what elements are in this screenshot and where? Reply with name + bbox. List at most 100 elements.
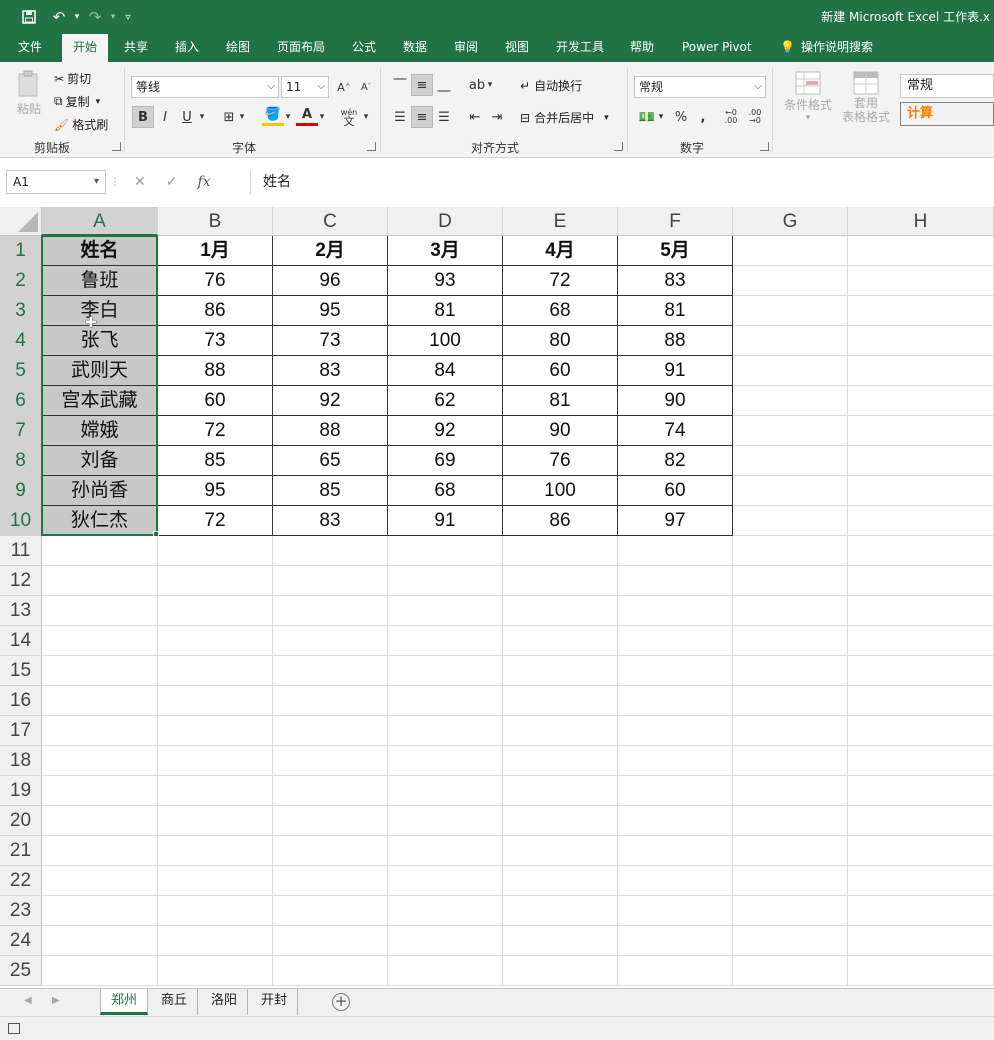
cell-b7[interactable]: 72 bbox=[158, 416, 273, 446]
cell-e8[interactable]: 76 bbox=[503, 446, 618, 476]
cell-h15[interactable] bbox=[848, 656, 994, 686]
cell-e17[interactable] bbox=[503, 716, 618, 746]
cell-b3[interactable]: 86 bbox=[158, 296, 273, 326]
cell-b19[interactable] bbox=[158, 776, 273, 806]
sheet-tab-luoyang[interactable]: 洛阳 bbox=[201, 989, 249, 1015]
align-right-icon[interactable]: ☰ bbox=[433, 106, 455, 128]
cell-b15[interactable] bbox=[158, 656, 273, 686]
cell-b4[interactable]: 73 bbox=[158, 326, 273, 356]
cell-g7[interactable] bbox=[733, 416, 848, 446]
increase-decimal-button[interactable]: ←0 .00 bbox=[720, 106, 742, 128]
tab-data[interactable]: 数据 bbox=[399, 34, 431, 62]
number-format-select[interactable]: 常规 ⌵ bbox=[634, 76, 766, 98]
grow-font-icon[interactable]: A ^ bbox=[333, 76, 355, 98]
tell-me-search[interactable]: 💡 操作说明搜索 bbox=[776, 34, 877, 62]
cell-f1[interactable]: 5月 bbox=[618, 236, 733, 266]
row-header-17[interactable]: 17 bbox=[0, 716, 42, 746]
cell-e9[interactable]: 100 bbox=[503, 476, 618, 506]
align-left-icon[interactable]: ☰ bbox=[389, 106, 411, 128]
cell-c9[interactable]: 85 bbox=[273, 476, 388, 506]
sheet-prev-icon[interactable]: ◀ bbox=[24, 995, 32, 1006]
cell-a23[interactable] bbox=[42, 896, 158, 926]
wrap-text-button[interactable]: ↵ 自动换行 bbox=[520, 77, 582, 94]
cell-f23[interactable] bbox=[618, 896, 733, 926]
cell-d24[interactable] bbox=[388, 926, 503, 956]
column-header-a[interactable]: A bbox=[42, 207, 158, 236]
cell-g4[interactable] bbox=[733, 326, 848, 356]
cell-f17[interactable] bbox=[618, 716, 733, 746]
phonetic-dropdown-icon[interactable]: ▾ bbox=[360, 106, 372, 128]
cell-e19[interactable] bbox=[503, 776, 618, 806]
row-header-20[interactable]: 20 bbox=[0, 806, 42, 836]
cell-f21[interactable] bbox=[618, 836, 733, 866]
cell-d17[interactable] bbox=[388, 716, 503, 746]
row-header-13[interactable]: 13 bbox=[0, 596, 42, 626]
row-header-5[interactable]: 5 bbox=[0, 356, 42, 386]
cell-c13[interactable] bbox=[273, 596, 388, 626]
cell-h19[interactable] bbox=[848, 776, 994, 806]
format-as-table-button[interactable]: 套用 表格格式 bbox=[836, 70, 896, 124]
cell-a22[interactable] bbox=[42, 866, 158, 896]
phonetic-icon[interactable]: wén 文 bbox=[338, 106, 360, 128]
cell-b23[interactable] bbox=[158, 896, 273, 926]
cell-f24[interactable] bbox=[618, 926, 733, 956]
italic-button[interactable]: I bbox=[154, 106, 176, 128]
cell-h14[interactable] bbox=[848, 626, 994, 656]
save-icon[interactable] bbox=[18, 6, 40, 28]
cell-f7[interactable]: 74 bbox=[618, 416, 733, 446]
cell-d23[interactable] bbox=[388, 896, 503, 926]
cell-f3[interactable]: 81 bbox=[618, 296, 733, 326]
cell-b6[interactable]: 60 bbox=[158, 386, 273, 416]
cell-f11[interactable] bbox=[618, 536, 733, 566]
fill-color-icon[interactable]: 🪣 bbox=[262, 106, 284, 126]
cell-e15[interactable] bbox=[503, 656, 618, 686]
cell-h11[interactable] bbox=[848, 536, 994, 566]
cell-c17[interactable] bbox=[273, 716, 388, 746]
cell-c15[interactable] bbox=[273, 656, 388, 686]
row-header-3[interactable]: 3 bbox=[0, 296, 42, 326]
cell-c4[interactable]: 73 bbox=[273, 326, 388, 356]
cell-d6[interactable]: 62 bbox=[388, 386, 503, 416]
cell-h18[interactable] bbox=[848, 746, 994, 776]
cell-c12[interactable] bbox=[273, 566, 388, 596]
sheet-next-icon[interactable]: ▶ bbox=[52, 995, 60, 1006]
cell-a18[interactable] bbox=[42, 746, 158, 776]
sheet-tab-kaifeng[interactable]: 开封 bbox=[251, 989, 299, 1015]
cell-c22[interactable] bbox=[273, 866, 388, 896]
row-header-23[interactable]: 23 bbox=[0, 896, 42, 926]
tab-formulas[interactable]: 公式 bbox=[348, 34, 380, 62]
tab-help[interactable]: 帮助 bbox=[626, 34, 658, 62]
cell-c7[interactable]: 88 bbox=[273, 416, 388, 446]
cell-h4[interactable] bbox=[848, 326, 994, 356]
cell-g2[interactable] bbox=[733, 266, 848, 296]
row-header-12[interactable]: 12 bbox=[0, 566, 42, 596]
cell-b18[interactable] bbox=[158, 746, 273, 776]
cell-c14[interactable] bbox=[273, 626, 388, 656]
column-header-d[interactable]: D bbox=[388, 207, 503, 236]
cell-g13[interactable] bbox=[733, 596, 848, 626]
row-header-8[interactable]: 8 bbox=[0, 446, 42, 476]
orientation-dropdown-icon[interactable]: ▾ bbox=[484, 74, 496, 96]
cell-f14[interactable] bbox=[618, 626, 733, 656]
cell-e3[interactable]: 68 bbox=[503, 296, 618, 326]
cell-h13[interactable] bbox=[848, 596, 994, 626]
cell-d2[interactable]: 93 bbox=[388, 266, 503, 296]
cell-a14[interactable] bbox=[42, 626, 158, 656]
cell-d5[interactable]: 84 bbox=[388, 356, 503, 386]
cell-b5[interactable]: 88 bbox=[158, 356, 273, 386]
cell-a13[interactable] bbox=[42, 596, 158, 626]
shrink-font-icon[interactable]: Aˇ bbox=[355, 76, 377, 98]
cell-e2[interactable]: 72 bbox=[503, 266, 618, 296]
cell-e7[interactable]: 90 bbox=[503, 416, 618, 446]
cell-d11[interactable] bbox=[388, 536, 503, 566]
cell-c1[interactable]: 2月 bbox=[273, 236, 388, 266]
cell-e14[interactable] bbox=[503, 626, 618, 656]
align-bottom-icon[interactable]: ⎽ bbox=[433, 74, 455, 96]
row-header-7[interactable]: 7 bbox=[0, 416, 42, 446]
cell-b2[interactable]: 76 bbox=[158, 266, 273, 296]
style-calculation[interactable]: 计算 bbox=[900, 102, 994, 126]
cell-d25[interactable] bbox=[388, 956, 503, 986]
cell-h10[interactable] bbox=[848, 506, 994, 536]
cell-g24[interactable] bbox=[733, 926, 848, 956]
cell-h16[interactable] bbox=[848, 686, 994, 716]
